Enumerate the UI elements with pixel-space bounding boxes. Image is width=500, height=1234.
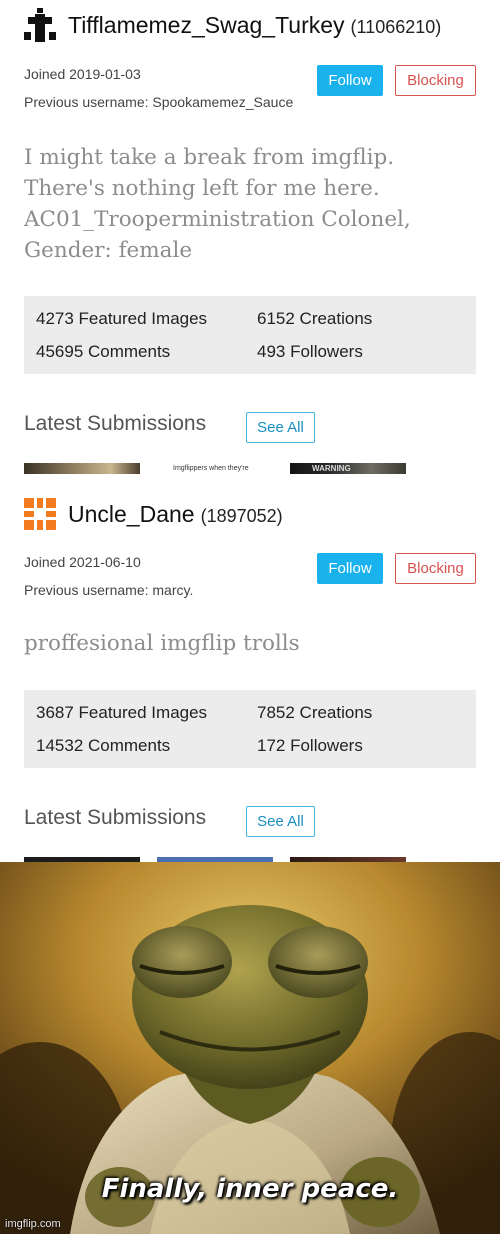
meme-caption: Finally, inner peace. xyxy=(101,1174,399,1204)
bio-line: proffesional imgflip trolls xyxy=(24,631,300,656)
latest-submissions-heading: Latest Submissions xyxy=(24,412,207,435)
featured-images-stat[interactable]: 4273 Featured Images xyxy=(36,309,207,329)
stats-box: 4273 Featured Images 6152 Creations 4569… xyxy=(24,296,476,374)
blocking-button[interactable]: Blocking xyxy=(395,65,476,96)
bio-line: I might take a break from imgflip. xyxy=(24,145,395,170)
follow-button[interactable]: Follow xyxy=(317,65,383,96)
bio: proffesional imgflip trolls xyxy=(24,628,484,659)
stats-box: 3687 Featured Images 7852 Creations 1453… xyxy=(24,690,476,768)
comments-stat[interactable]: 45695 Comments xyxy=(36,342,170,362)
user-avatar-icon[interactable] xyxy=(24,498,56,530)
featured-images-stat[interactable]: 3687 Featured Images xyxy=(36,703,207,723)
user-id: (11066210) xyxy=(350,16,442,37)
user-id: (1897052) xyxy=(200,505,283,526)
blocking-button[interactable]: Blocking xyxy=(395,553,476,584)
username: Uncle_Dane xyxy=(68,500,195,527)
submission-thumbnail[interactable]: WARNING xyxy=(290,463,406,474)
bio: I might take a break from imgflip. There… xyxy=(24,142,484,266)
profile-card-2: Uncle_Dane (1897052) Joined 2021-06-10 P… xyxy=(0,474,500,862)
submission-thumbnail[interactable] xyxy=(24,463,140,474)
submission-thumbnail[interactable]: Imgflippers when they're xyxy=(157,463,273,474)
followers-stat[interactable]: 172 Followers xyxy=(257,736,363,756)
thumbnail-text: Imgflippers when they're xyxy=(173,465,249,472)
followers-stat[interactable]: 493 Followers xyxy=(257,342,363,362)
profile-header: Tifflamemez_Swag_Turkey (11066210) xyxy=(24,8,441,42)
joined-date: Joined 2021-06-10 xyxy=(24,554,141,570)
previous-username: Previous username: Spookamemez_Sauce xyxy=(24,94,294,110)
bio-line: There's nothing left for me here. xyxy=(24,176,380,201)
latest-submissions-heading: Latest Submissions xyxy=(24,806,207,829)
user-avatar-icon[interactable] xyxy=(24,8,56,42)
meme-image: Finally, inner peace. imgflip.com xyxy=(0,862,500,1234)
see-all-button[interactable]: See All xyxy=(246,412,315,443)
bio-line: Gender: female xyxy=(24,238,193,263)
profile-card-1: Tifflamemez_Swag_Turkey (11066210) Joine… xyxy=(0,0,500,474)
profile-header: Uncle_Dane (1897052) xyxy=(24,498,283,530)
username: Tifflamemez_Swag_Turkey xyxy=(68,11,345,38)
thumbnail-text: WARNING xyxy=(312,464,351,473)
follow-button[interactable]: Follow xyxy=(317,553,383,584)
see-all-button[interactable]: See All xyxy=(246,806,315,837)
creations-stat[interactable]: 6152 Creations xyxy=(257,309,372,329)
comments-stat[interactable]: 14532 Comments xyxy=(36,736,170,756)
imgflip-watermark: imgflip.com xyxy=(5,1218,61,1230)
creations-stat[interactable]: 7852 Creations xyxy=(257,703,372,723)
previous-username: Previous username: marcy. xyxy=(24,582,194,598)
joined-date: Joined 2019-01-03 xyxy=(24,66,141,82)
bio-line: AC01_Trooperministration Colonel, xyxy=(24,207,411,232)
